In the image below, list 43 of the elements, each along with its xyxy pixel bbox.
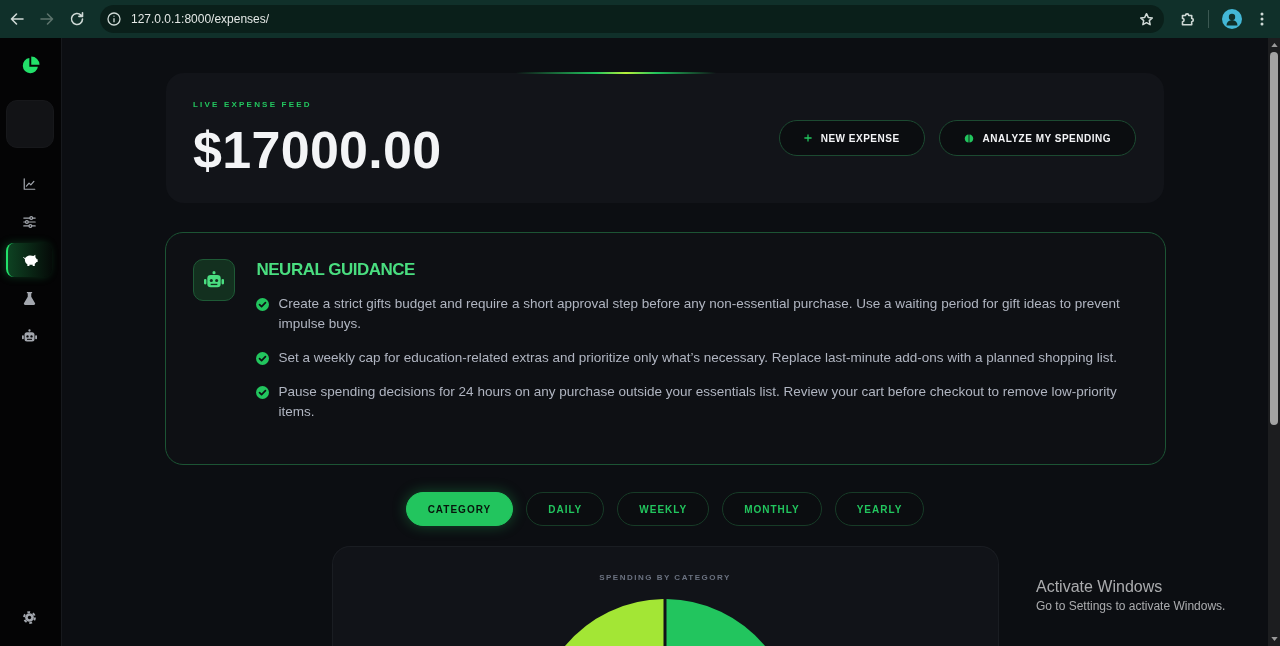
menu-icon[interactable] <box>1260 12 1264 26</box>
scrollbar-thumb[interactable] <box>1270 52 1278 425</box>
total-amount: $17000.00 <box>193 121 442 178</box>
scroll-down-icon[interactable] <box>1270 637 1278 641</box>
chart-title: SPENDING BY CATEGORY <box>599 572 731 584</box>
tip-text: Set a weekly cap for education-related extras and prioritize only what’s necessary. Replace last-minute add-ons with a planned shopping list. <box>278 349 1117 367</box>
info-icon[interactable] <box>107 12 121 26</box>
brain-icon <box>963 133 974 143</box>
tip-text: Create a strict gifts budget and require a short approval step before any non-essential purchase. Use a waiting period for gift ideas to prevent impulse buys. <box>278 295 1121 333</box>
scroll-up-icon[interactable] <box>1270 43 1278 47</box>
nav-item[interactable] <box>6 243 52 277</box>
url-text: 127.0.0.1:8000/expenses/ <box>131 12 271 26</box>
pie-chart-logo-icon[interactable] <box>21 56 40 75</box>
back-icon[interactable] <box>9 11 25 27</box>
analyze-button[interactable]: ANALYZE MY SPENDING <box>938 120 1136 156</box>
reload-icon[interactable] <box>69 11 85 27</box>
address-bar[interactable]: 127.0.0.1:8000/expenses/ <box>100 5 1164 33</box>
plus-icon <box>803 134 812 142</box>
view-tab[interactable]: DAILY <box>526 492 605 526</box>
check-icon <box>255 386 269 399</box>
settings-icon[interactable] <box>22 610 37 625</box>
flask-icon[interactable] <box>21 291 37 305</box>
robot-icon[interactable] <box>21 329 37 343</box>
activation-title: Activate Windows <box>1036 577 1164 597</box>
feed-label: LIVE EXPENSE FEED <box>193 98 313 111</box>
view-tab[interactable]: WEEKLY <box>617 492 710 526</box>
view-tab[interactable]: YEARLY <box>834 492 925 526</box>
extensions-icon[interactable] <box>1180 11 1196 27</box>
view-tab[interactable]: CATEGORY <box>405 492 514 526</box>
piggy-bank-icon[interactable] <box>22 253 38 267</box>
scrollbar[interactable] <box>1268 38 1280 646</box>
tip-text: Pause spending decisions for 24 hours on any purchase outside your essentials list. Review your cart before checkout to remove low-priority items. <box>278 383 1118 421</box>
line-chart-icon[interactable] <box>21 177 37 191</box>
sliders-icon[interactable] <box>21 215 37 229</box>
star-icon[interactable] <box>1139 11 1154 27</box>
check-icon <box>255 298 269 311</box>
check-icon <box>255 352 269 365</box>
guidance-title: NEURAL GUIDANCE <box>256 259 416 281</box>
robot-icon <box>192 259 235 301</box>
avatar-icon[interactable] <box>1222 9 1242 29</box>
activation-message: Go to Settings to activate Windows. <box>1036 598 1226 614</box>
view-tab[interactable]: MONTHLY <box>722 492 822 526</box>
new-expense-button[interactable]: NEW EXPENSE <box>778 120 925 156</box>
